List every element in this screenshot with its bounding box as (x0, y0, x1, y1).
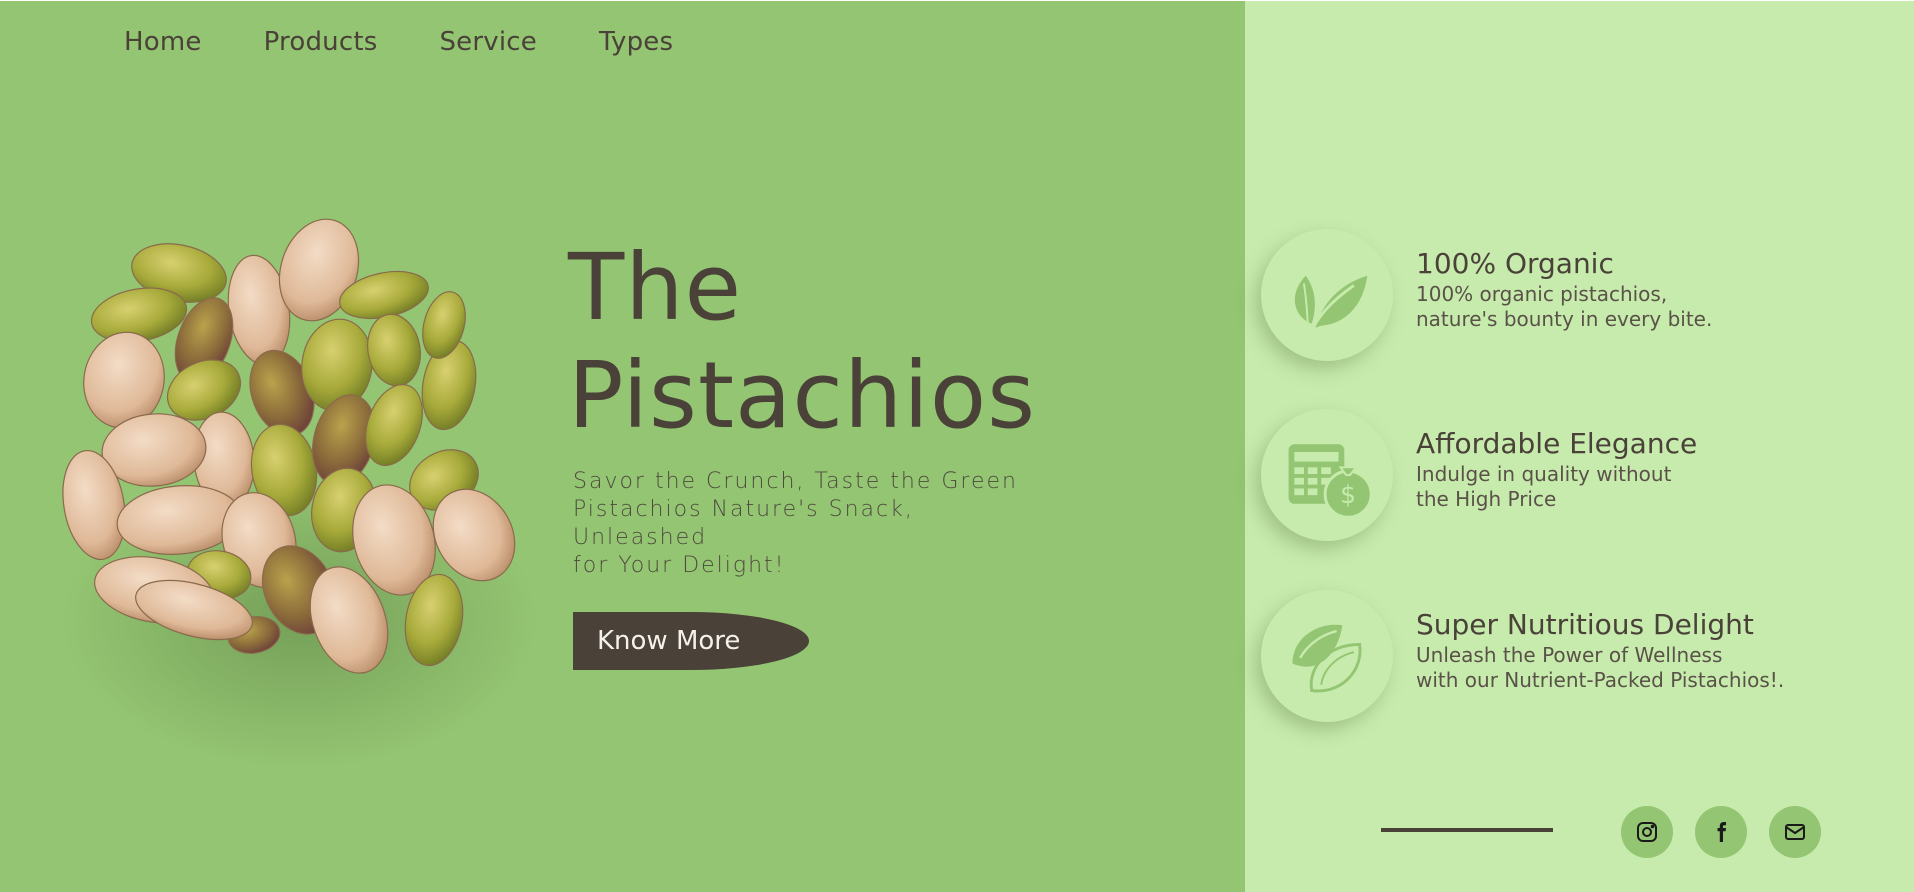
instagram-icon (1637, 822, 1657, 842)
hero-subtitle: Savor the Crunch, Taste the Green Pistac… (573, 468, 1053, 580)
footer-divider (1381, 828, 1553, 832)
main-nav: Home Products Service Types (124, 24, 735, 60)
feature-nutritious-text: Unleash the Power of Wellness with our N… (1416, 643, 1836, 693)
feature-affordable-badge: $ (1261, 409, 1393, 541)
email-button[interactable] (1769, 806, 1821, 858)
feature-organic-text: 100% organic pistachios, nature's bounty… (1416, 282, 1836, 332)
instagram-button[interactable] (1621, 806, 1673, 858)
nav-service-link[interactable]: Service (439, 24, 537, 60)
svg-text:$: $ (1340, 480, 1356, 509)
email-icon (1785, 824, 1805, 840)
hero-subtitle-line-2: Pistachios Nature's Snack, Unleashed (573, 497, 914, 550)
feature-organic-line-2: nature's bounty in every bite. (1416, 307, 1713, 331)
feature-affordable-line-2: the High Price (1416, 487, 1557, 511)
pistachio-icon (1292, 624, 1362, 693)
feature-nutritious-line-1: Unleash the Power of Wellness (1416, 643, 1723, 667)
hero-title-line-1: The (568, 234, 743, 341)
pistachio-pile-image (62, 218, 516, 674)
hero-title-line-2: Pistachios (568, 342, 1037, 449)
feature-organic-badge (1261, 229, 1393, 361)
feature-affordable-line-1: Indulge in quality without (1416, 462, 1672, 486)
feature-affordable-title: Affordable Elegance (1416, 427, 1698, 460)
leaf-icon (1294, 275, 1368, 336)
feature-organic-title: 100% Organic (1416, 247, 1614, 280)
feature-affordable: $ Affordable Elegance Indulge in quality… (1261, 409, 1881, 541)
feature-affordable-text: Indulge in quality without the High Pric… (1416, 462, 1836, 512)
nav-products-link[interactable]: Products (264, 24, 378, 60)
facebook-icon (1717, 822, 1726, 842)
feature-organic-line-1: 100% organic pistachios, (1416, 282, 1668, 306)
price-money-bag-icon: $ (1288, 444, 1373, 519)
feature-nutritious-title: Super Nutritious Delight (1416, 608, 1754, 641)
know-more-button[interactable]: Know More (573, 612, 809, 670)
feature-nutritious: Super Nutritious Delight Unleash the Pow… (1261, 590, 1881, 722)
hero-title: The Pistachios (568, 234, 1036, 450)
facebook-button[interactable] (1695, 806, 1747, 858)
hero-subtitle-line-1: Savor the Crunch, Taste the Green (573, 469, 1018, 494)
feature-nutritious-badge (1261, 590, 1393, 722)
feature-nutritious-line-2: with our Nutrient-Packed Pistachios!. (1416, 668, 1785, 692)
nav-types-link[interactable]: Types (599, 24, 673, 60)
feature-organic: 100% Organic 100% organic pistachios, na… (1261, 229, 1881, 361)
hero-subtitle-line-3: for Your Delight! (573, 553, 786, 578)
nav-home-link[interactable]: Home (124, 24, 202, 60)
